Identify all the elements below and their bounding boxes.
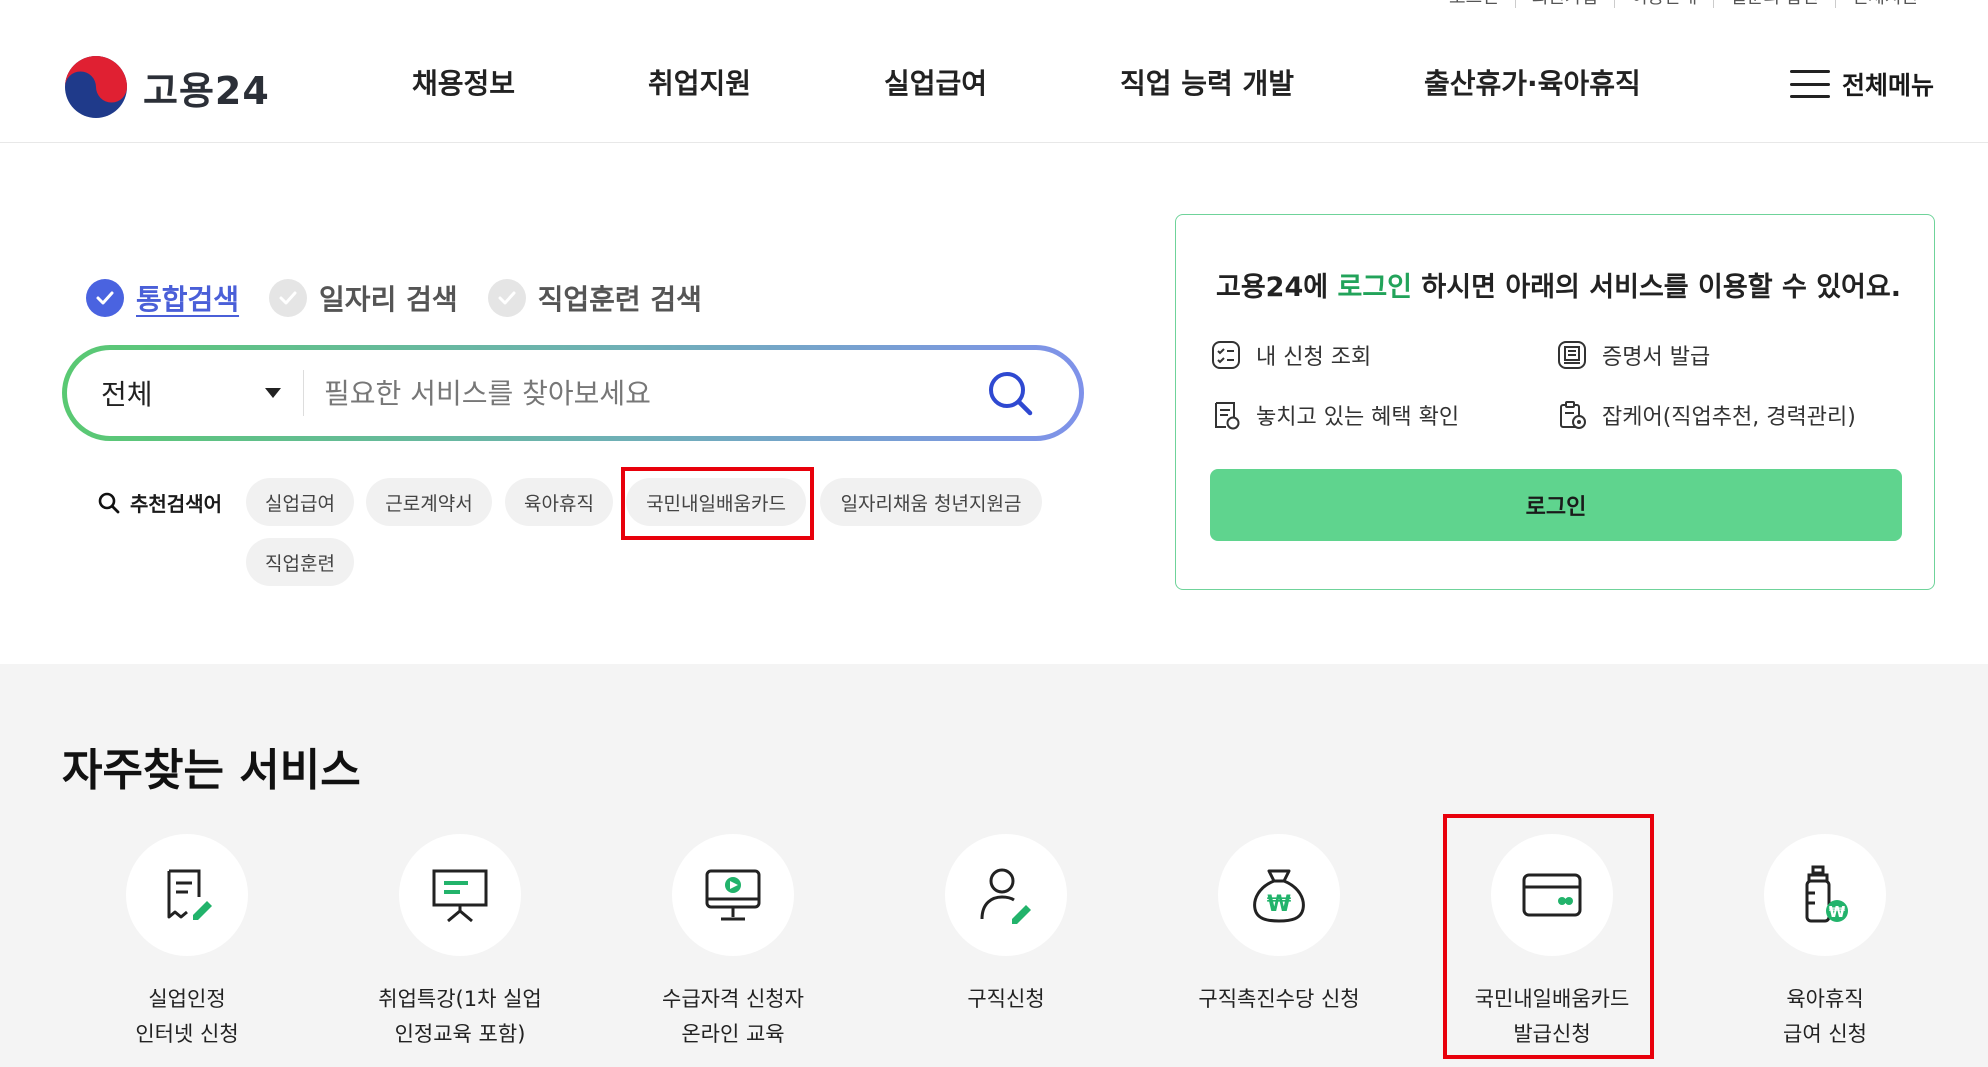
login-card: 고용24에 로그인 하시면 아래의 서비스를 이용할 수 있어요. 내 신청 조… (1175, 214, 1935, 590)
tab-training-search[interactable]: 직업훈련 검색 (487, 278, 702, 318)
baby-bottle-icon: ₩ (1805, 865, 1848, 923)
keyword-chip[interactable]: 근로계약서 (366, 478, 492, 526)
all-menu-button[interactable]: 전체메뉴 (1789, 66, 1934, 102)
card-icon (1522, 873, 1582, 917)
svg-text:₩: ₩ (1829, 903, 1846, 921)
main-nav: 채용정보 취업지원 실업급여 직업 능력 개발 출산휴가·육아휴직 (0, 62, 1988, 110)
search-button[interactable] (975, 358, 1045, 428)
service-online-education[interactable]: 수급자격 신청자 온라인 교육 (603, 834, 863, 1052)
missed-benefits-link[interactable]: 놓치고 있는 혜택 확인 (1210, 399, 1459, 431)
check-circle-icon (487, 279, 526, 317)
service-learning-card[interactable]: 국민내일배움카드 발급신청 (1422, 834, 1682, 1052)
hamburger-icon (1789, 70, 1830, 98)
service-parental-leave-benefit[interactable]: ₩ 육아휴직 급여 신청 (1695, 834, 1955, 1052)
document-pen-icon (167, 869, 212, 920)
search-scope-value: 전체 (101, 378, 153, 411)
caret-down-icon (265, 388, 281, 398)
checklist-icon (1212, 341, 1240, 369)
nav-item-vocational-training[interactable]: 직업 능력 개발 (1120, 62, 1294, 102)
my-application-link[interactable]: 내 신청 조회 (1210, 339, 1371, 371)
svg-text:₩: ₩ (1267, 892, 1291, 917)
keyword-chip[interactable]: 일자리채움 청년지원금 (820, 478, 1042, 526)
job-care-link[interactable]: 잡케어(직업추천, 경력관리) (1556, 399, 1856, 431)
certificate-link[interactable]: 증명서 발급 (1556, 339, 1710, 371)
search-icon (98, 492, 120, 513)
nav-item-parental-leave[interactable]: 출산휴가·육아휴직 (1424, 62, 1641, 102)
login-button[interactable]: 로그인 (1210, 469, 1902, 541)
frequent-services-section: 자주찾는 서비스 실업인정 인터넷 신청 취업특강(1차 실업 인정교육 포함) (0, 664, 1988, 1067)
section-title: 자주찾는 서비스 (62, 745, 361, 796)
certificate-icon (1558, 341, 1586, 369)
all-menu-label: 전체메뉴 (1841, 71, 1934, 100)
login-card-title: 고용24에 로그인 하시면 아래의 서비스를 이용할 수 있어요. (1216, 272, 1901, 303)
search-icon (989, 372, 1033, 416)
keyword-chip[interactable]: 직업훈련 (246, 538, 354, 586)
check-circle-icon (86, 279, 124, 317)
keyword-chip[interactable]: 국민내일배움카드 (626, 478, 806, 526)
search-input[interactable] (304, 350, 975, 436)
money-bag-icon: ₩ (1253, 869, 1305, 923)
nav-item-employment-support[interactable]: 취업지원 (648, 62, 751, 102)
nav-item-unemployment-benefit[interactable]: 실업급여 (884, 62, 987, 102)
search-scope-select[interactable]: 전체 (67, 350, 303, 436)
presentation-board-icon (432, 869, 488, 923)
service-job-seeking-allowance[interactable]: ₩ 구직촉진수당 신청 (1149, 834, 1409, 1017)
benefit-document-icon (1215, 402, 1240, 430)
site-header: 고용24 채용정보 취업지원 실업급여 직업 능력 개발 출산휴가·육아휴직 전… (0, 0, 1988, 143)
tab-label: 통합검색 (136, 283, 240, 316)
service-job-application[interactable]: 구직신청 (876, 834, 1136, 1017)
service-employment-lecture[interactable]: 취업특강(1차 실업 인정교육 포함) (330, 834, 590, 1052)
person-pen-icon (980, 868, 1031, 924)
keyword-chip[interactable]: 육아휴직 (505, 478, 613, 526)
tab-job-search[interactable]: 일자리 검색 (269, 278, 458, 318)
recommended-keywords-label: 추천검색어 (98, 488, 222, 517)
tab-label: 일자리 검색 (319, 283, 458, 316)
job-care-icon (1560, 401, 1586, 429)
search-tabs: 통합검색 일자리 검색 직업훈련 검색 (86, 278, 702, 318)
tab-integrated-search[interactable]: 통합검색 (86, 278, 239, 318)
nav-item-jobs[interactable]: 채용정보 (412, 62, 515, 102)
service-unemployment-recognition[interactable]: 실업인정 인터넷 신청 (57, 834, 317, 1052)
check-circle-icon (269, 279, 308, 317)
keyword-chip[interactable]: 실업급여 (246, 478, 354, 526)
search-box: 전체 (62, 345, 1084, 441)
monitor-play-icon (705, 869, 761, 921)
tab-label: 직업훈련 검색 (537, 283, 702, 316)
